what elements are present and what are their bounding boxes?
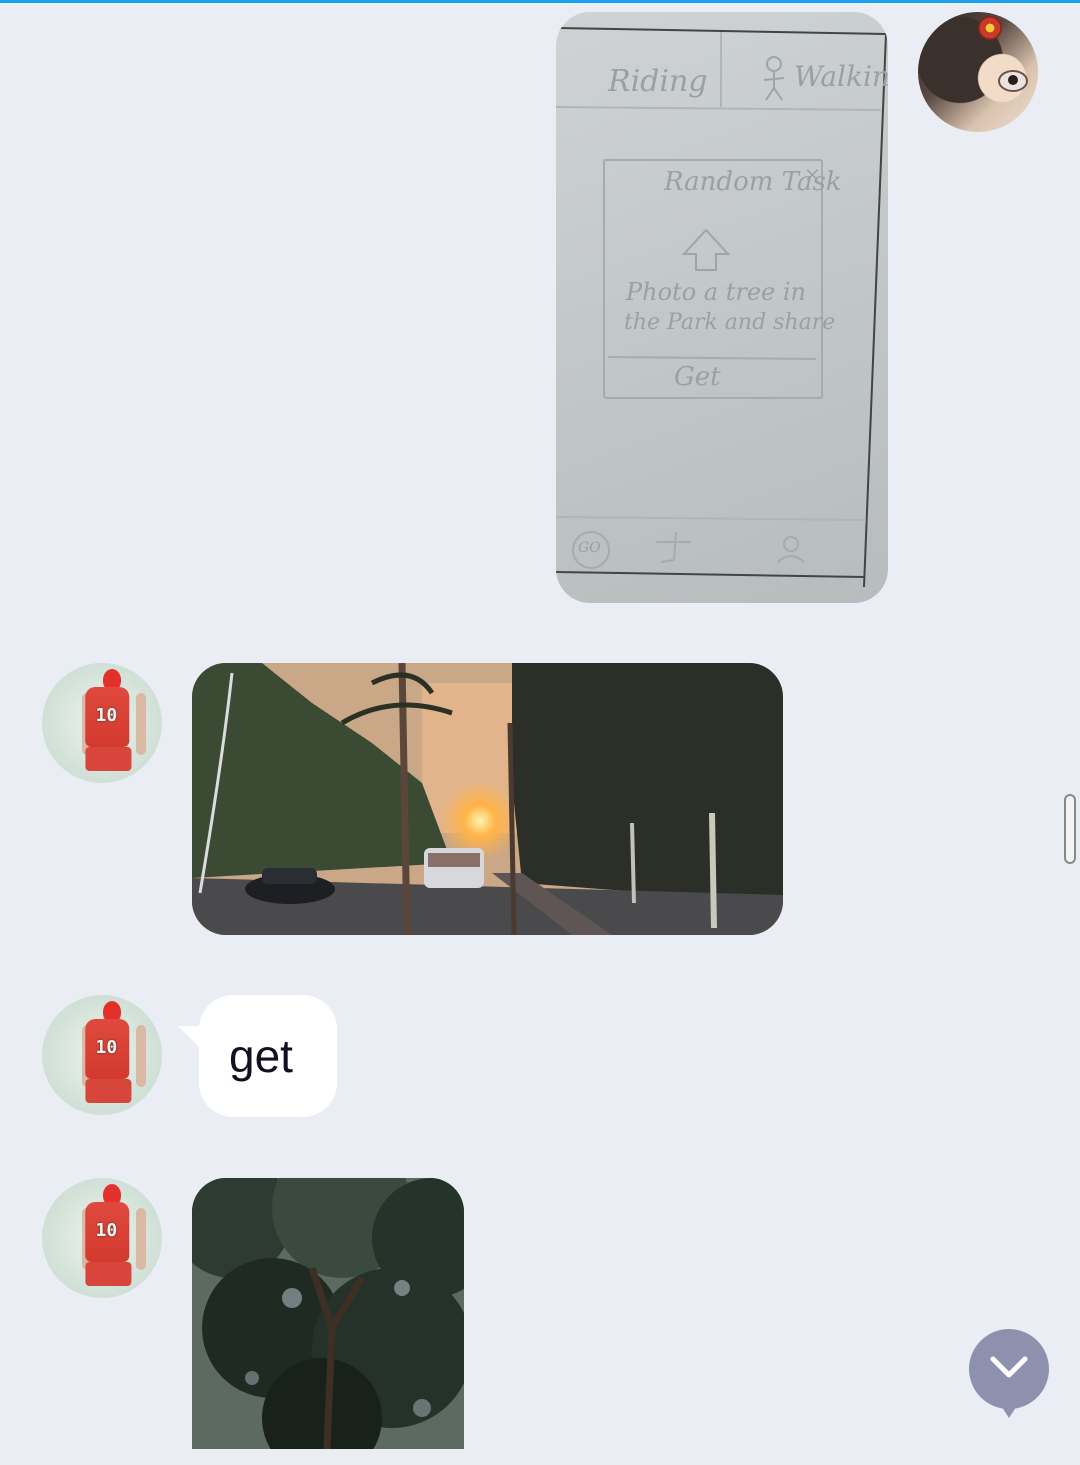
sketch-dialog-close: ×: [804, 162, 821, 186]
top-accent-line: [0, 0, 1080, 3]
contact-avatar[interactable]: 10: [42, 995, 162, 1115]
message-image-sketch[interactable]: Riding Walking Random Task × Photo a tre…: [556, 12, 888, 603]
message-image-sunset[interactable]: [192, 663, 783, 935]
scroll-to-bottom-button[interactable]: [969, 1329, 1049, 1409]
eye-detail: [998, 70, 1028, 92]
sketch-drawing: [556, 27, 887, 588]
sketch-tab-walking: Walking: [794, 60, 888, 93]
jersey-number: 10: [95, 1220, 118, 1241]
message-image-trees[interactable]: [192, 1178, 464, 1449]
sketch-dialog-button: Get: [674, 362, 721, 392]
jersey-number: 10: [95, 705, 118, 726]
flower-ornament: [978, 16, 1002, 40]
my-avatar[interactable]: [918, 12, 1038, 132]
message-text-bubble[interactable]: get: [199, 995, 337, 1117]
trees-image: [192, 1178, 464, 1449]
jersey-number: 10: [95, 1037, 118, 1058]
sketch-dialog-body-2: the Park and share: [624, 310, 836, 335]
scrollbar-thumb[interactable]: [1064, 794, 1076, 864]
chevron-down-icon: [990, 1356, 1028, 1378]
sunset-road-image: [192, 663, 783, 935]
chat-screen: Riding Walking Random Task × Photo a tre…: [0, 0, 1080, 1465]
sketch-dialog-body-1: Photo a tree in: [626, 278, 806, 306]
contact-avatar[interactable]: 10: [42, 663, 162, 783]
sketch-tab-riding: Riding: [608, 64, 708, 99]
scroll-button-tail: [996, 1398, 1022, 1418]
contact-avatar[interactable]: 10: [42, 1178, 162, 1298]
sketch-bottom-go: GO: [578, 540, 601, 556]
message-text: get: [229, 1030, 293, 1082]
